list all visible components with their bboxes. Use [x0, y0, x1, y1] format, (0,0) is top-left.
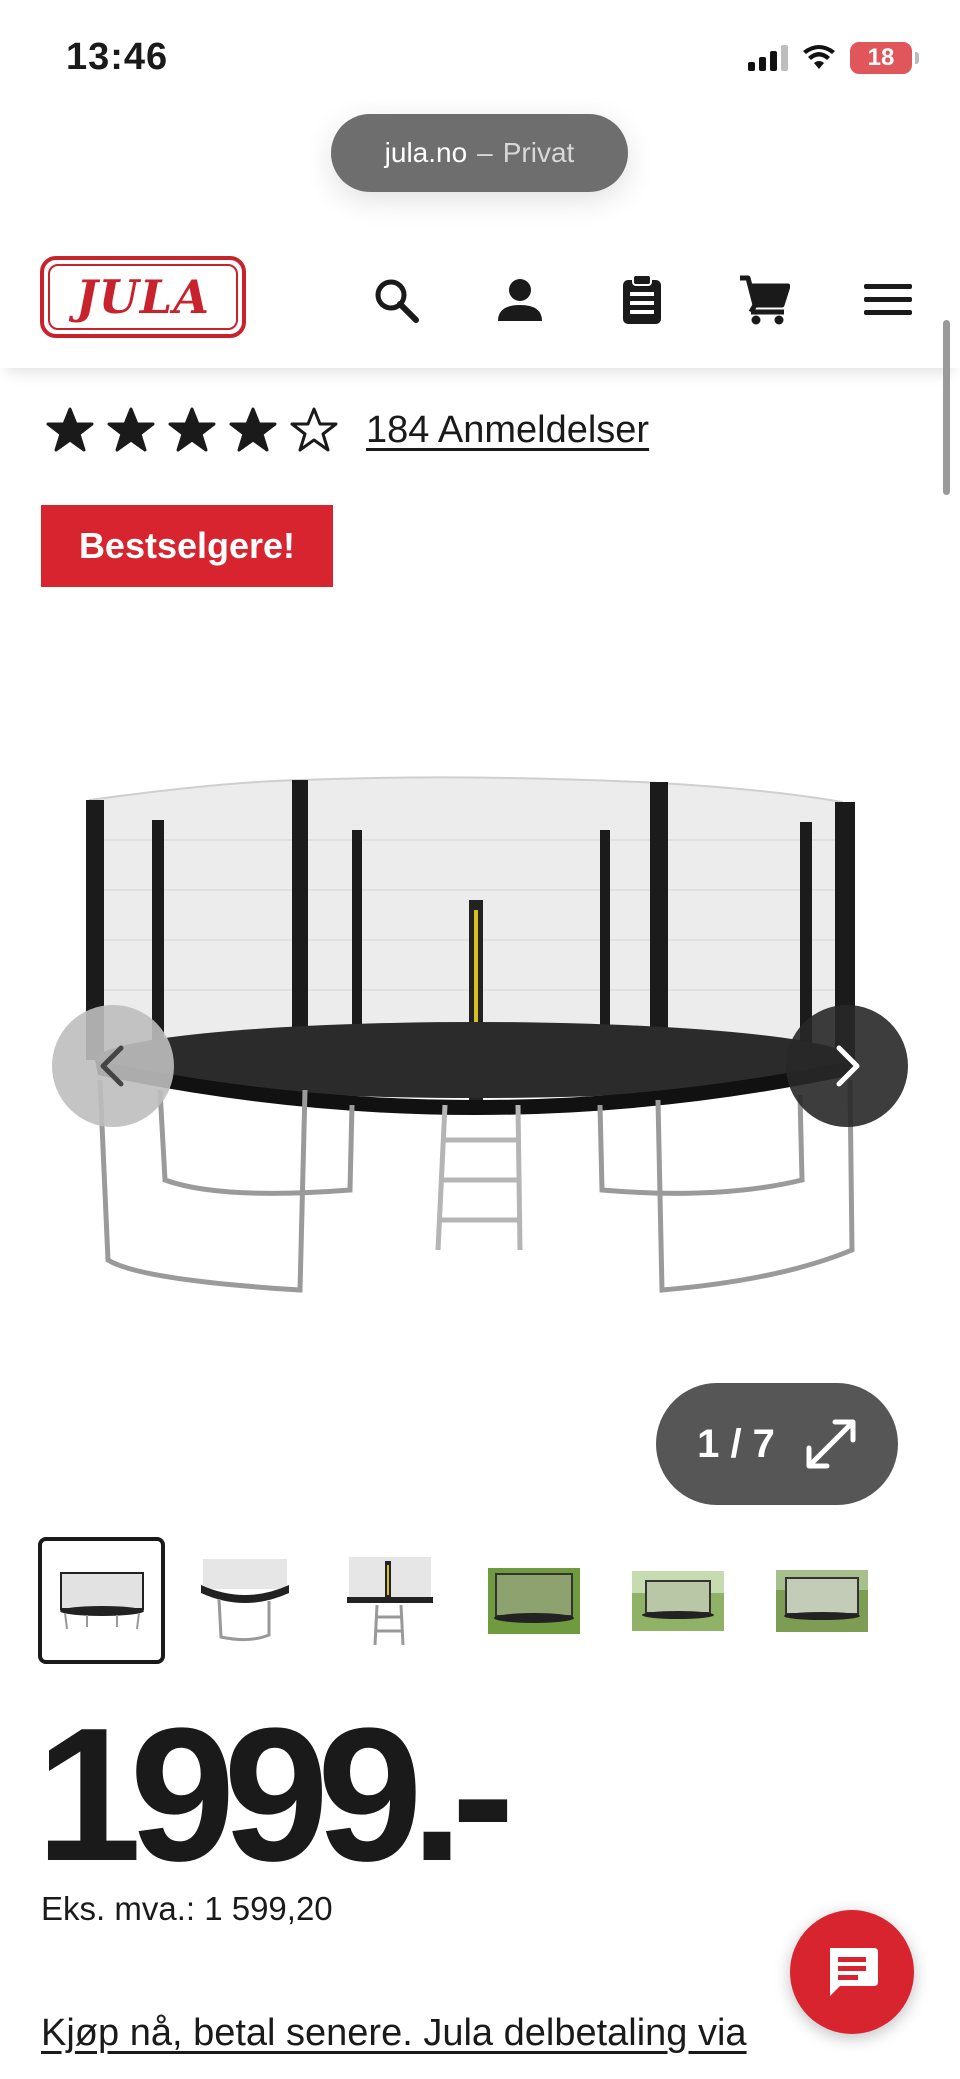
gallery-thumbnail[interactable] [614, 1537, 741, 1664]
gallery-thumbnail[interactable] [326, 1537, 453, 1664]
expand-icon [806, 1419, 856, 1469]
chat-icon [830, 1948, 878, 1996]
chat-button[interactable] [790, 1910, 914, 2034]
star-filled-icon [168, 407, 216, 452]
bestseller-badge: Bestselgere! [41, 505, 333, 587]
shopping-list-button[interactable] [612, 270, 672, 330]
gallery-thumbnail[interactable] [470, 1537, 597, 1664]
account-icon [498, 279, 542, 321]
gallery-prev-button[interactable] [52, 1005, 174, 1127]
jula-logo[interactable]: JULA [40, 256, 246, 338]
thumbnail-image [346, 1556, 433, 1645]
logo-text: JULA [76, 270, 210, 324]
gallery-next-button[interactable] [786, 1005, 908, 1127]
thumbnail-image [487, 1567, 580, 1634]
menu-button[interactable] [858, 270, 918, 330]
chevron-right-icon [836, 1045, 860, 1087]
star-filled-icon [229, 407, 277, 452]
thumbnail-image [631, 1570, 724, 1631]
gallery-counter: 1 / 7 [697, 1421, 775, 1466]
gallery-thumbnail[interactable] [38, 1537, 165, 1664]
url-domain: jula.no [384, 137, 468, 168]
wifi-icon [803, 45, 835, 69]
logo-frame: JULA [48, 264, 238, 330]
status-indicators: 18 [748, 42, 919, 74]
product-rating: 184 Anmeldelser [46, 406, 649, 454]
status-bar: 13:46 18 [0, 0, 960, 110]
trampoline-product-image[interactable] [80, 760, 880, 1370]
search-icon [375, 279, 419, 323]
star-filled-icon [107, 407, 155, 452]
star-empty-icon [290, 407, 338, 452]
search-button[interactable] [366, 270, 426, 330]
url-bar[interactable]: jula.no – Privat [331, 114, 628, 192]
site-header: JULA [0, 230, 960, 368]
page-scrollbar[interactable] [943, 320, 950, 495]
status-time: 13:46 [66, 36, 169, 78]
clipboard-icon [623, 274, 661, 324]
private-mode-label: Privat [502, 137, 575, 168]
installment-link[interactable]: Kjøp nå, betal senere. Jula delbetaling … [41, 2012, 747, 2055]
rating-stars [46, 406, 338, 454]
price-ex-vat: Eks. mva.: 1 599,20 [41, 1890, 333, 1927]
thumbnail-image [775, 1569, 868, 1632]
url-separator: – [477, 137, 493, 168]
menu-icon [864, 284, 912, 315]
gallery-thumbnail[interactable] [758, 1537, 885, 1664]
chevron-left-icon [100, 1045, 124, 1087]
account-button[interactable] [490, 270, 550, 330]
thumbnail-image [200, 1558, 289, 1641]
star-filled-icon [46, 407, 94, 452]
thumbnail-image [59, 1571, 144, 1629]
reviews-link[interactable]: 184 Anmeldelser [366, 409, 649, 452]
cart-button[interactable] [734, 270, 794, 330]
gallery-counter-fullscreen-button[interactable]: 1 / 7 [656, 1383, 898, 1505]
cellular-signal-icon [748, 45, 788, 71]
gallery-thumbnails [38, 1537, 918, 1664]
gallery-thumbnail[interactable] [181, 1537, 308, 1664]
product-price: 1999.- [36, 1689, 515, 1901]
battery-indicator: 18 [850, 42, 919, 74]
cart-icon [740, 275, 790, 325]
